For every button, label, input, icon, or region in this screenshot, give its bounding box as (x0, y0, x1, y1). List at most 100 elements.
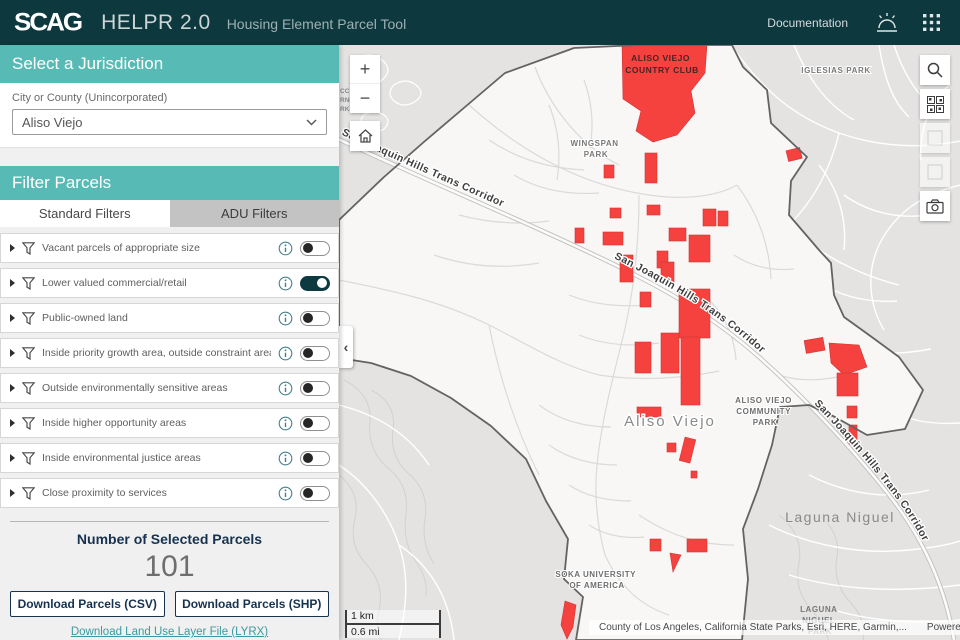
filter-funnel-icon (22, 417, 35, 430)
info-icon[interactable] (278, 311, 293, 326)
map-tools (920, 55, 950, 221)
expand-caret-icon[interactable] (10, 384, 15, 392)
info-icon[interactable] (278, 241, 293, 256)
expand-caret-icon[interactable] (10, 279, 15, 287)
chevron-down-icon (306, 119, 317, 126)
map-attribution: County of Los Angeles, California State … (589, 620, 960, 635)
tab-standard-filters[interactable]: Standard Filters (0, 200, 170, 227)
expand-caret-icon[interactable] (10, 419, 15, 427)
app-subtitle: Housing Element Parcel Tool (227, 16, 407, 32)
filter-label: Vacant parcels of appropriate size (42, 242, 271, 254)
info-icon[interactable] (278, 486, 293, 501)
filter-funnel-icon (22, 347, 35, 360)
home-icon (357, 128, 374, 144)
filter-toggle[interactable] (300, 381, 330, 396)
notification-bell-icon[interactable] (872, 8, 902, 38)
home-button[interactable] (350, 121, 380, 151)
filter-row: Inside environmental justice areas (0, 443, 339, 473)
map-widget-button[interactable] (920, 157, 950, 187)
powered-by-esri: Powered by Esri (927, 622, 960, 633)
filter-funnel-icon (22, 487, 35, 500)
filter-toggle[interactable] (300, 486, 330, 501)
selected-parcel-count: 101 (0, 550, 339, 584)
expand-caret-icon[interactable] (10, 244, 15, 252)
filter-toggle[interactable] (300, 451, 330, 466)
filter-row: Inside priority growth area, outside con… (0, 338, 339, 368)
attribution-sources: County of Los Angeles, California State … (599, 622, 907, 633)
filter-label: Close proximity to services (42, 487, 271, 499)
scalebar-km: 1 km (347, 610, 439, 625)
filter-toggle[interactable] (300, 311, 330, 326)
placeholder-square-icon (927, 130, 943, 146)
filter-parcels-banner: Filter Parcels (0, 166, 339, 200)
placeholder-square-icon (927, 164, 943, 180)
scag-logo: SCAG (14, 8, 81, 37)
download-shp-button[interactable]: Download Parcels (SHP) (175, 591, 330, 617)
filter-toggle[interactable] (300, 416, 330, 431)
filter-toggle[interactable] (300, 241, 330, 256)
filter-row: Public-owned land (0, 303, 339, 333)
filter-rows: Vacant parcels of appropriate size Lower… (0, 227, 339, 508)
info-icon[interactable] (278, 416, 293, 431)
info-icon[interactable] (278, 381, 293, 396)
zoom-out-button[interactable]: − (350, 84, 380, 113)
filter-funnel-icon (22, 242, 35, 255)
filter-row: Vacant parcels of appropriate size (0, 233, 339, 263)
scalebar-mi: 0.6 mi (347, 625, 439, 638)
sidebar: Select a Jurisdiction City or County (Un… (0, 45, 339, 640)
expand-caret-icon[interactable] (10, 454, 15, 462)
zoom-control: + − (350, 55, 380, 113)
camera-icon (926, 199, 944, 214)
screenshot-button[interactable] (920, 191, 950, 221)
map-widget-button[interactable] (920, 123, 950, 153)
search-icon (927, 62, 943, 78)
expand-caret-icon[interactable] (10, 349, 15, 357)
filter-row: Inside higher opportunity areas (0, 408, 339, 438)
basemap-gallery-button[interactable] (920, 89, 950, 119)
filter-funnel-icon (22, 277, 35, 290)
filter-label: Public-owned land (42, 312, 271, 324)
basemap-gallery-icon (927, 96, 944, 113)
documentation-link[interactable]: Documentation (767, 16, 848, 30)
scalebar: 1 km 0.6 mi (345, 610, 441, 638)
filter-funnel-icon (22, 382, 35, 395)
iglesias-park-label: IGLESIAS PARK (801, 66, 870, 75)
filter-tabs: Standard Filters ADU Filters (0, 200, 339, 227)
sidebar-collapse-handle[interactable]: ‹ (339, 326, 353, 368)
download-csv-button[interactable]: Download Parcels (CSV) (10, 591, 165, 617)
filter-label: Inside higher opportunity areas (42, 417, 271, 429)
info-icon[interactable] (278, 451, 293, 466)
tab-adu-filters[interactable]: ADU Filters (170, 200, 340, 227)
jurisdiction-select[interactable]: Aliso Viejo (12, 109, 327, 135)
filter-funnel-icon (22, 312, 35, 325)
map-canvas[interactable]: ALISO VIEJO COUNTRY CLUB IGLESIAS PARK W… (339, 45, 960, 640)
app-header: SCAG HELPR 2.0 Housing Element Parcel To… (0, 0, 960, 45)
filter-toggle[interactable] (300, 276, 330, 291)
filter-row: Close proximity to services (0, 478, 339, 508)
jurisdiction-card: City or County (Unincorporated) Aliso Vi… (0, 83, 339, 148)
zoom-in-button[interactable]: + (350, 55, 380, 84)
expand-caret-icon[interactable] (10, 489, 15, 497)
filter-funnel-icon (22, 452, 35, 465)
filter-label: Inside priority growth area, outside con… (42, 347, 271, 359)
info-icon[interactable] (278, 346, 293, 361)
filter-row: Lower valued commercial/retail (0, 268, 339, 298)
map-graphics: ALISO VIEJO COUNTRY CLUB IGLESIAS PARK W… (339, 45, 960, 640)
jurisdiction-selected-value: Aliso Viejo (22, 115, 306, 130)
results-divider (10, 521, 329, 522)
filter-label: Inside environmental justice areas (42, 452, 271, 464)
info-icon[interactable] (278, 276, 293, 291)
results-title: Number of Selected Parcels (0, 531, 339, 547)
jurisdiction-banner: Select a Jurisdiction (0, 45, 339, 83)
app-name: HELPR 2.0 (101, 11, 211, 35)
app-launcher-grid-icon[interactable] (916, 8, 946, 38)
search-button[interactable] (920, 55, 950, 85)
filter-row: Outside environmentally sensitive areas (0, 373, 339, 403)
jurisdiction-field-label: City or County (Unincorporated) (12, 92, 327, 104)
filter-label: Lower valued commercial/retail (42, 277, 271, 289)
download-lyrx-link[interactable]: Download Land Use Layer File (LYRX) (0, 626, 339, 638)
expand-caret-icon[interactable] (10, 314, 15, 322)
aliso-viejo-city-label: Aliso Viejo (624, 413, 716, 430)
filter-toggle[interactable] (300, 346, 330, 361)
laguna-niguel-city-label: Laguna Niguel (785, 509, 895, 525)
